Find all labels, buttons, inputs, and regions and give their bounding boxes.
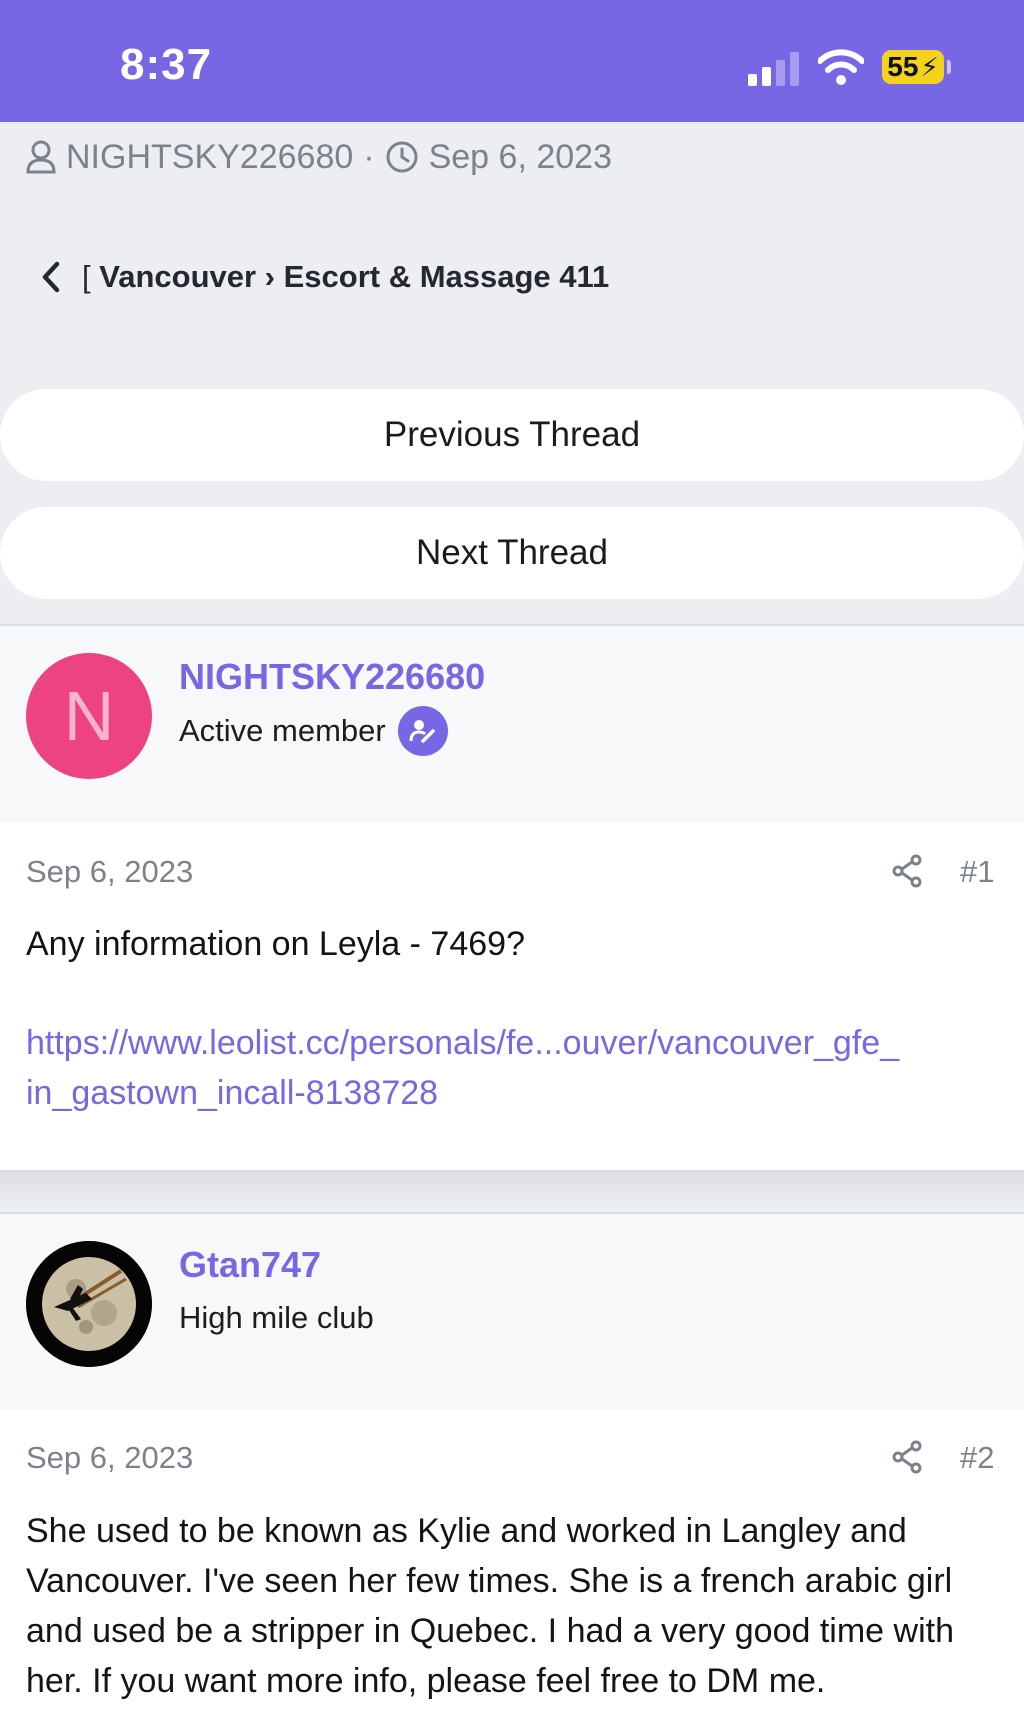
- post-author-block: N NIGHTSKY226680 Active member: [0, 624, 1024, 824]
- charging-bolt-icon: ⚡: [920, 51, 939, 82]
- user-icon: [26, 140, 56, 174]
- post-body: Sep 6, 2023 #2 She used to be known as K…: [0, 1410, 1024, 1728]
- battery-indicator: 55 ⚡: [882, 50, 944, 84]
- avatar[interactable]: [26, 1241, 152, 1367]
- status-time: 8:37: [120, 40, 213, 89]
- post-link-line[interactable]: in_gastown_incall-8138728: [26, 1068, 1001, 1118]
- status-bar: 8:37 55 ⚡: [0, 0, 1024, 122]
- breadcrumb-text[interactable]: [ Vancouver › Escort & Massage 411: [82, 259, 609, 295]
- user-title: Active member: [179, 706, 448, 756]
- post-link-line[interactable]: https://www.leolist.cc/personals/fe...ou…: [26, 1018, 1001, 1068]
- post-username[interactable]: Gtan747: [179, 1244, 321, 1286]
- breadcrumb-prefix: [: [82, 259, 91, 294]
- post-text: She used to be known as Kylie and worked…: [26, 1512, 954, 1700]
- post-number[interactable]: #2: [960, 1440, 994, 1476]
- user-title-text: Active member: [179, 713, 386, 748]
- post-username[interactable]: NIGHTSKY226680: [179, 656, 485, 698]
- breadcrumb-path[interactable]: Vancouver › Escort & Massage 411: [99, 259, 609, 294]
- post-number[interactable]: #1: [960, 854, 994, 890]
- breadcrumb[interactable]: [ Vancouver › Escort & Massage 411: [40, 256, 609, 298]
- post-author-block: Gtan747 High mile club: [0, 1212, 1024, 1412]
- user-title: High mile club: [179, 1300, 374, 1336]
- thread-date: Sep 6, 2023: [428, 137, 612, 176]
- thread-meta: NIGHTSKY226680 · Sep 6, 2023: [26, 134, 612, 180]
- verified-member-badge-icon: [397, 706, 448, 756]
- previous-thread-button[interactable]: Previous Thread: [0, 389, 1024, 481]
- moon-plane-avatar-image: [26, 1241, 152, 1367]
- post-date[interactable]: Sep 6, 2023: [26, 854, 193, 890]
- clock-icon: [386, 141, 418, 173]
- cellular-signal-icon: [748, 52, 799, 86]
- thread-author[interactable]: NIGHTSKY226680: [66, 138, 353, 177]
- share-icon[interactable]: [892, 1440, 924, 1474]
- wifi-icon: [818, 49, 864, 85]
- share-icon[interactable]: [892, 854, 924, 888]
- battery-cap: [947, 60, 951, 74]
- meta-separator: ·: [363, 137, 375, 176]
- post-body: Sep 6, 2023 #1 Any information on Leyla …: [0, 822, 1024, 1170]
- post-text: Any information on Leyla - 7469?: [26, 925, 525, 963]
- avatar[interactable]: N: [26, 653, 152, 779]
- next-thread-button[interactable]: Next Thread: [0, 507, 1024, 599]
- battery-level: 55: [887, 51, 919, 82]
- user-title-text: High mile club: [179, 1300, 374, 1335]
- post-link[interactable]: https://www.leolist.cc/personals/fe...ou…: [26, 1018, 1001, 1118]
- post-separator: [0, 1170, 1024, 1210]
- chevron-left-icon[interactable]: [40, 260, 62, 294]
- post-date[interactable]: Sep 6, 2023: [26, 1440, 193, 1476]
